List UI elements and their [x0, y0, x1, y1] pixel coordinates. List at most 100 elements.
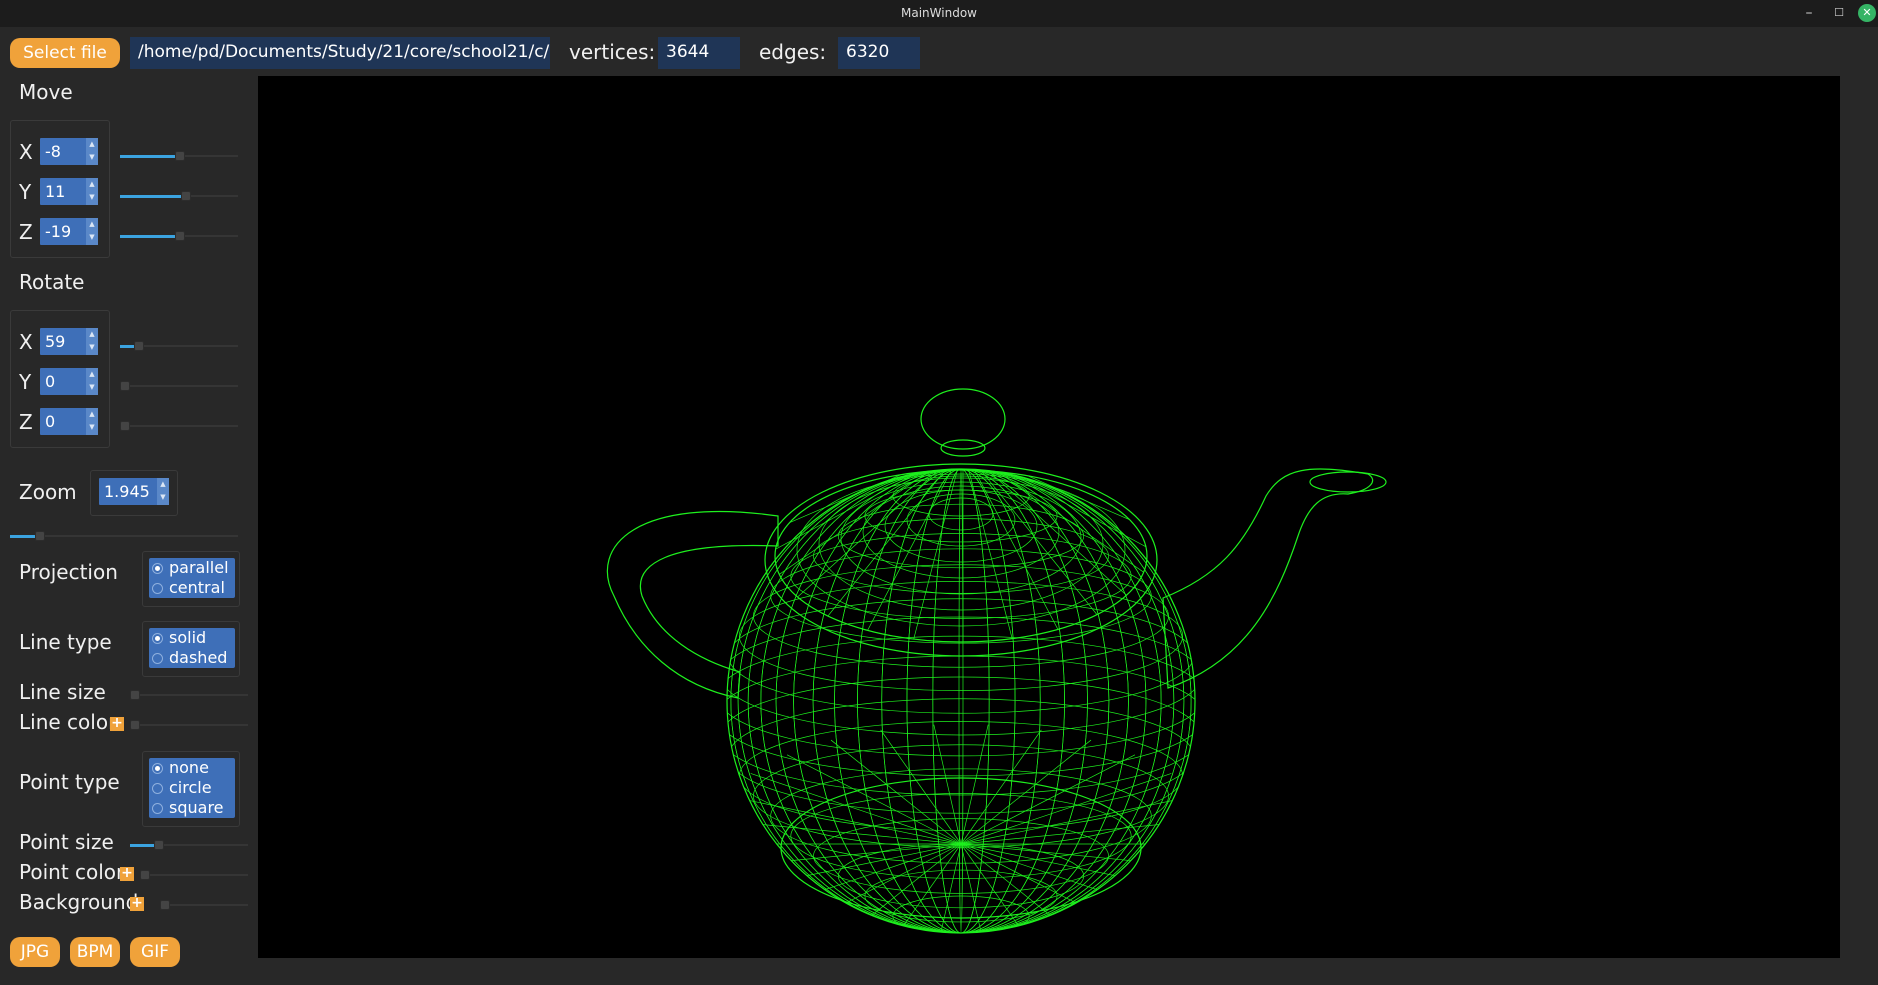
line-solid-label: solid: [169, 628, 207, 647]
spout-tip: [1309, 471, 1387, 493]
move-x-value: -8: [45, 142, 61, 161]
point-square-label: square: [169, 798, 224, 817]
slider-handle[interactable]: [120, 421, 130, 431]
point-color-label: Point color: [19, 860, 125, 884]
slider-handle[interactable]: [134, 341, 145, 351]
spin-arrows-icon[interactable]: ▲ ▼: [86, 328, 98, 355]
rotate-z-spinbox[interactable]: 0 ▲ ▼: [40, 408, 98, 435]
rotate-y-label: Y: [19, 370, 32, 394]
rotate-z-slider[interactable]: [120, 419, 238, 433]
move-x-spinbox[interactable]: -8 ▲ ▼: [40, 138, 98, 165]
export-bpm-button[interactable]: BPM: [70, 937, 120, 967]
export-gif-button[interactable]: GIF: [130, 937, 180, 967]
rotate-title: Rotate: [19, 270, 85, 294]
teapot-spout: [1162, 468, 1374, 689]
background-slider[interactable]: [160, 898, 248, 912]
move-y-spinbox[interactable]: 11 ▲ ▼: [40, 178, 98, 205]
edges-label: edges:: [759, 40, 827, 64]
point-color-slider[interactable]: [140, 868, 248, 882]
zoom-label: Zoom: [19, 480, 77, 504]
projection-central-radio[interactable]: central: [149, 578, 235, 598]
background-label: Background: [19, 890, 139, 914]
slider-handle[interactable]: [160, 900, 170, 910]
line-color-plus-icon[interactable]: +: [110, 716, 124, 731]
teapot-rim: [774, 469, 1148, 643]
spin-arrows-icon[interactable]: ▲ ▼: [157, 478, 169, 505]
line-color-slider[interactable]: [130, 718, 248, 732]
slider-handle[interactable]: [140, 870, 150, 880]
point-square-radio[interactable]: square: [149, 798, 235, 818]
projection-label: Projection: [19, 560, 118, 584]
move-x-slider[interactable]: [120, 149, 238, 163]
zoom-spinbox[interactable]: 1.945 ▲ ▼: [99, 478, 169, 505]
vertices-count: 3644: [658, 37, 740, 69]
maximize-icon[interactable]: ☐: [1830, 4, 1848, 22]
line-size-label: Line size: [19, 680, 106, 704]
rotate-y-spinbox[interactable]: 0 ▲ ▼: [40, 368, 98, 395]
title-bar: MainWindow – ☐ ✕: [0, 0, 1878, 27]
zoom-value: 1.945: [104, 482, 150, 501]
point-color-plus-icon[interactable]: +: [120, 866, 134, 881]
slider-handle[interactable]: [175, 231, 186, 241]
slider-handle[interactable]: [120, 381, 130, 391]
close-icon[interactable]: ✕: [1858, 4, 1876, 22]
teapot-handle: [606, 510, 779, 699]
point-type-label: Point type: [19, 770, 120, 794]
move-x-label: X: [19, 140, 33, 164]
rotate-y-value: 0: [45, 372, 56, 391]
spin-arrows-icon[interactable]: ▲ ▼: [86, 138, 98, 165]
select-file-button[interactable]: Select file: [10, 38, 120, 68]
move-z-spinbox[interactable]: -19 ▲ ▼: [40, 218, 98, 245]
point-none-label: none: [169, 758, 209, 777]
point-circle-radio[interactable]: circle: [149, 778, 235, 798]
rotate-x-value: 59: [45, 332, 66, 351]
rotate-z-label: Z: [19, 410, 33, 434]
rotate-x-label: X: [19, 330, 33, 354]
projection-group: parallel central: [142, 551, 240, 607]
spin-arrows-icon[interactable]: ▲ ▼: [86, 408, 98, 435]
line-dashed-label: dashed: [169, 648, 228, 667]
point-type-group: none circle square: [142, 751, 240, 827]
move-y-value: 11: [45, 182, 66, 201]
teapot-wireframe: [606, 388, 1387, 934]
line-dashed-radio[interactable]: dashed: [149, 648, 235, 668]
minimize-icon[interactable]: –: [1800, 4, 1818, 22]
point-none-radio[interactable]: none: [149, 758, 235, 778]
slider-handle[interactable]: [175, 151, 186, 161]
move-y-slider[interactable]: [120, 189, 238, 203]
export-jpg-button[interactable]: JPG: [10, 937, 60, 967]
move-z-slider[interactable]: [120, 229, 238, 243]
background-plus-icon[interactable]: +: [130, 896, 144, 911]
zoom-slider[interactable]: [10, 529, 238, 543]
spin-arrows-icon[interactable]: ▲ ▼: [86, 368, 98, 395]
slider-handle[interactable]: [35, 531, 46, 541]
slider-handle[interactable]: [153, 840, 164, 850]
file-path-field[interactable]: /home/pd/Documents/Study/21/core/school2…: [130, 37, 550, 69]
rotate-z-value: 0: [45, 412, 56, 431]
projection-parallel-label: parallel: [169, 558, 229, 577]
slider-handle[interactable]: [130, 690, 140, 700]
vertices-label: vertices:: [569, 40, 656, 64]
slider-handle[interactable]: [181, 191, 192, 201]
move-z-value: -19: [45, 222, 72, 241]
line-solid-radio[interactable]: solid: [149, 628, 235, 648]
rotate-x-spinbox[interactable]: 59 ▲ ▼: [40, 328, 98, 355]
spin-arrows-icon[interactable]: ▲ ▼: [86, 178, 98, 205]
render-viewport[interactable]: [258, 76, 1840, 958]
rotate-y-slider[interactable]: [120, 379, 238, 393]
edges-count: 6320: [838, 37, 920, 69]
point-size-label: Point size: [19, 830, 114, 854]
rotate-x-slider[interactable]: [120, 339, 238, 353]
projection-parallel-radio[interactable]: parallel: [149, 558, 235, 578]
move-z-label: Z: [19, 220, 33, 244]
spin-arrows-icon[interactable]: ▲ ▼: [86, 218, 98, 245]
point-size-slider[interactable]: [130, 838, 248, 852]
move-title: Move: [19, 80, 73, 104]
projection-central-label: central: [169, 578, 225, 597]
line-type-label: Line type: [19, 630, 112, 654]
window-title: MainWindow: [901, 6, 977, 20]
line-size-slider[interactable]: [130, 688, 248, 702]
slider-handle[interactable]: [130, 720, 140, 730]
line-type-group: solid dashed: [142, 621, 240, 677]
move-y-label: Y: [19, 180, 32, 204]
